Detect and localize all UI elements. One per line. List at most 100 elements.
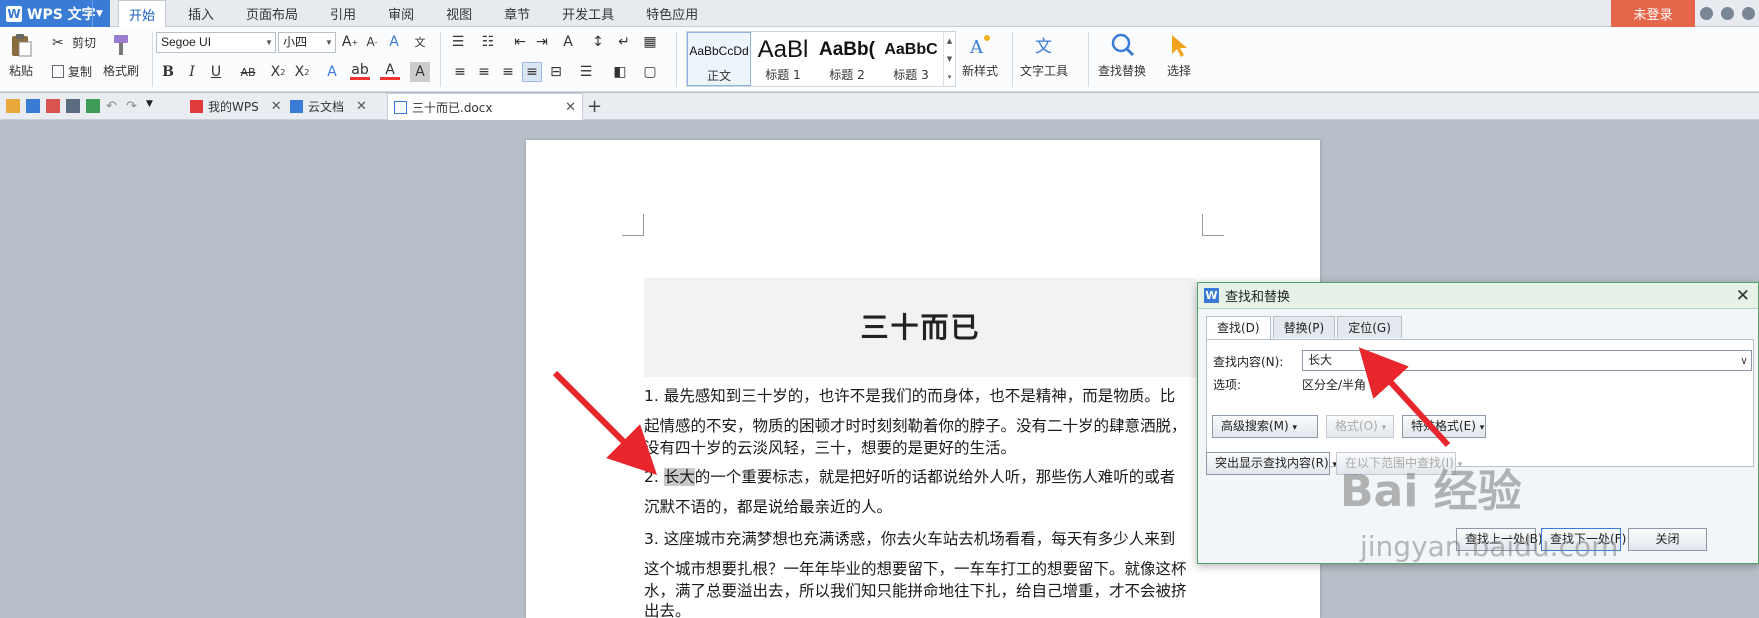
clear-format-icon[interactable]: A — [384, 32, 404, 52]
tab-page-layout[interactable]: 页面布局 — [236, 0, 308, 27]
tab-home[interactable]: 开始 — [118, 0, 167, 28]
tab-chapter[interactable]: 章节 — [494, 0, 540, 27]
align-center-icon[interactable]: ≡ — [474, 62, 494, 82]
text-tools-button[interactable]: 文 文字工具 — [1020, 32, 1068, 79]
format-button[interactable]: 格式(O) ▾ — [1326, 415, 1394, 438]
special-format-button[interactable]: 特殊格式(E) ▾ — [1402, 415, 1486, 438]
strikethrough-icon[interactable]: AB — [238, 62, 258, 82]
style-normal[interactable]: AaBbCcDd 正文 — [687, 32, 751, 86]
subscript-icon[interactable]: X2 — [292, 62, 312, 82]
shading-icon[interactable]: ◧ — [610, 62, 630, 82]
show-marks-icon[interactable]: ↵ — [614, 32, 634, 52]
close-icon[interactable]: ✕ — [271, 99, 282, 114]
text-effect-icon[interactable]: A — [322, 62, 342, 82]
tab-insert[interactable]: 插入 — [178, 0, 224, 27]
tab-review[interactable]: 审阅 — [378, 0, 424, 27]
dialog-titlebar[interactable]: W 查找和替换 — [1198, 283, 1758, 309]
style-heading-2[interactable]: AaBb( 标题 2 — [815, 32, 879, 86]
tab-current-doc[interactable]: 三十而已.docx ✕ — [387, 93, 583, 120]
chevron-down-icon[interactable]: ∨ — [1740, 351, 1748, 370]
style-heading-3[interactable]: AaBbC 标题 3 — [879, 32, 943, 86]
tab-references[interactable]: 引用 — [320, 0, 366, 27]
open-folder-icon[interactable] — [6, 99, 20, 113]
customize-icon[interactable]: ▼ — [146, 99, 160, 113]
phonetic-icon[interactable]: 文 — [410, 32, 430, 52]
gallery-scroll[interactable]: ▲ ▼ ▾ — [943, 32, 955, 86]
copy-button[interactable]: 复制 — [52, 63, 92, 80]
text-tools-label: 文字工具 — [1020, 64, 1069, 78]
superscript-icon[interactable]: X2 — [268, 62, 288, 82]
tab-special-apps[interactable]: 特色应用 — [636, 0, 708, 27]
chinese-layout-icon[interactable]: A — [558, 32, 578, 52]
paste-button[interactable]: 粘贴 — [8, 32, 34, 79]
undo-icon[interactable]: ↶ — [106, 99, 120, 114]
expand-icon[interactable]: ▾ — [948, 73, 952, 81]
print-preview-icon[interactable] — [86, 99, 100, 113]
redo-icon[interactable]: ↷ — [126, 99, 140, 114]
highlight-icon[interactable]: ab — [350, 62, 370, 80]
tab-find[interactable]: 查找(D) — [1206, 316, 1271, 340]
chevron-down-icon[interactable]: ▼ — [947, 55, 952, 63]
line-spacing-icon[interactable]: ☰ — [576, 62, 596, 82]
find-input[interactable]: 长大 ∨ — [1302, 350, 1752, 371]
font-name-select[interactable]: Segoe UI ▼ — [156, 32, 276, 53]
chevron-down-icon[interactable]: ▼ — [92, 0, 106, 27]
font-color-icon[interactable]: A — [380, 62, 400, 80]
text-line: 水，满了总要溢出去，所以我们知只能拼命地往下扎，给自己增重，才不会被挤 — [644, 582, 1187, 600]
bullet-list-icon[interactable]: ☰ — [448, 32, 468, 52]
export-pdf-icon[interactable] — [46, 99, 60, 113]
settings-icon[interactable] — [1721, 7, 1734, 20]
skin-icon[interactable] — [1700, 7, 1713, 20]
tab-replace[interactable]: 替换(P) — [1272, 316, 1336, 338]
login-button[interactable]: 未登录 — [1611, 0, 1695, 27]
help-icon[interactable] — [1742, 7, 1755, 20]
distributed-icon[interactable]: ⊟ — [546, 62, 566, 82]
format-painter-button[interactable]: 格式刷 — [103, 32, 139, 79]
close-icon[interactable]: ✕ — [1736, 286, 1750, 306]
close-icon[interactable]: ✕ — [565, 100, 576, 115]
save-icon[interactable] — [26, 99, 40, 113]
cut-button[interactable]: ✂ 剪切 — [52, 34, 96, 51]
style-sample: AaBb( — [819, 39, 875, 60]
sort-icon[interactable]: ↕ — [588, 32, 608, 52]
justify-icon[interactable]: ≡ — [522, 62, 542, 82]
style-heading-1[interactable]: AaBl 标题 1 — [751, 32, 815, 86]
close-button[interactable]: 关闭 — [1628, 528, 1707, 551]
style-name: 标题 3 — [893, 68, 929, 82]
char-shading-icon[interactable]: A — [410, 62, 430, 82]
border-icon[interactable]: ▢ — [640, 62, 660, 82]
align-right-icon[interactable]: ≡ — [498, 62, 518, 82]
underline-icon[interactable]: U — [206, 62, 226, 82]
select-button[interactable]: 选择 — [1166, 32, 1192, 79]
text-line: 3. 这座城市充满梦想也充满诱惑，你去火车站去机场看看，每天有多少人来到 — [644, 530, 1176, 548]
increase-indent-icon[interactable]: ⇥ — [532, 32, 552, 52]
table-icon[interactable]: ▦ — [640, 32, 660, 52]
font-size-select[interactable]: 小四 ▼ — [278, 32, 336, 53]
align-left-icon[interactable]: ≡ — [450, 62, 470, 82]
italic-icon[interactable]: I — [182, 62, 202, 82]
tab-my-wps[interactable]: 我的WPS ✕ — [184, 93, 282, 120]
brush-icon — [114, 35, 128, 55]
print-icon[interactable] — [66, 99, 80, 113]
app-menu-button[interactable]: W WPS 文字 ▼ — [0, 0, 110, 27]
tab-developer[interactable]: 开发工具 — [552, 0, 624, 27]
find-replace-button[interactable]: 查找替换 — [1098, 32, 1146, 79]
tab-view[interactable]: 视图 — [436, 0, 482, 27]
tab-cloud-docs[interactable]: 云文档 ✕ — [284, 93, 367, 120]
shrink-font-icon[interactable]: A- — [362, 32, 382, 52]
tab-goto[interactable]: 定位(G) — [1337, 316, 1402, 338]
close-icon[interactable]: ✕ — [356, 99, 367, 114]
new-style-button[interactable]: A 新样式 — [962, 32, 998, 79]
button-label: 格式(O) — [1335, 419, 1378, 433]
chevron-up-icon[interactable]: ▲ — [947, 37, 952, 45]
grow-font-icon[interactable]: A + — [340, 32, 360, 52]
dialog-tabs: 查找(D) 替换(P) 定位(G) — [1206, 316, 1404, 340]
bold-icon[interactable]: B — [158, 62, 178, 82]
tab-label: 我的WPS — [208, 100, 259, 114]
new-tab-icon[interactable]: + — [587, 96, 602, 117]
wps-logo-icon: W — [6, 5, 22, 22]
highlight-all-button[interactable]: 突出显示查找内容(R) ▾ — [1206, 452, 1337, 475]
advanced-search-button[interactable]: 高级搜索(M) ▾ — [1212, 415, 1318, 438]
numbered-list-icon[interactable]: ☷ — [478, 32, 498, 52]
decrease-indent-icon[interactable]: ⇤ — [510, 32, 530, 52]
